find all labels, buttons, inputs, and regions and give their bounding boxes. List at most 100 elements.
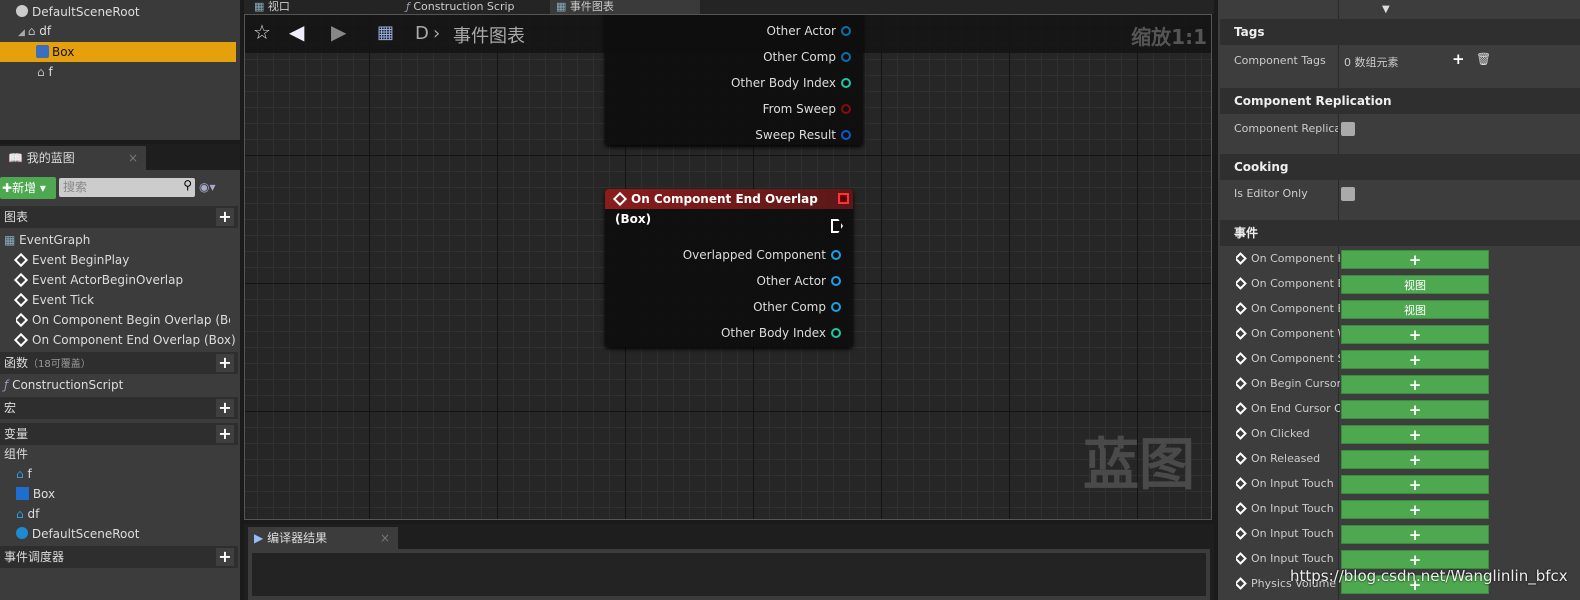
close-icon[interactable]: × — [128, 146, 138, 170]
tab-my-blueprint[interactable]: 📖 我的蓝图 × — [0, 146, 146, 170]
node-pin[interactable]: Overlapped Component — [683, 245, 841, 265]
node-pin[interactable]: Other Actor — [757, 271, 841, 291]
tree-item-f[interactable]: ⌂ f — [37, 62, 53, 82]
add-new-button[interactable]: ✚新增 ▾ — [0, 177, 56, 199]
node-header: On Component End Overlap (Box) — [605, 189, 853, 226]
breadcrumb-root[interactable]: D — [415, 23, 429, 44]
expand-advanced-icon[interactable]: ▼ — [1382, 4, 1390, 15]
add-event-button[interactable]: + — [1341, 400, 1489, 419]
node-pin[interactable]: Other Comp — [753, 297, 841, 317]
event-node-end-overlap[interactable]: On Component End Overlap (Box) Overlappe… — [605, 189, 853, 347]
forward-arrow-icon[interactable]: ▶ — [331, 20, 346, 44]
is-editor-only-label: Is Editor Only — [1234, 187, 1308, 200]
list-item-event[interactable]: On Component End Overlap (Box) — [13, 330, 236, 350]
tree-item-box[interactable]: Box — [0, 42, 236, 62]
section-tags[interactable]: Tags — [1220, 19, 1580, 45]
close-icon[interactable]: × — [380, 527, 390, 549]
add-event-button[interactable]: + — [1341, 250, 1489, 269]
event-label: On Clicked — [1236, 427, 1340, 440]
list-item-component[interactable]: DefaultSceneRoot — [16, 524, 139, 544]
csdn-watermark: https://blog.csdn.net/Wanglinlin_bfcx — [1290, 567, 1568, 585]
delegate-pin-icon[interactable] — [838, 193, 849, 204]
node-pin[interactable]: Other Comp — [763, 47, 851, 67]
list-item-event[interactable]: On Component Begin Overlap (Box) — [16, 310, 230, 330]
add-event-button[interactable]: + — [1341, 450, 1489, 469]
add-event-button[interactable]: + — [1341, 325, 1489, 344]
list-item-function[interactable]: ƒ ConstructionScript — [4, 375, 123, 395]
blueprint-watermark: 蓝图 — [1083, 433, 1195, 498]
trash-icon[interactable]: 🗑 — [1476, 52, 1491, 66]
section-events[interactable]: 事件 — [1220, 220, 1580, 246]
back-arrow-icon[interactable]: ◀ — [289, 20, 304, 44]
event-graph-canvas[interactable]: ☆ ◀ ▶ ▦ D › 事件图表 缩放1:1 Other Actor Other … — [244, 14, 1212, 520]
event-label: On Component H — [1236, 252, 1340, 265]
event-diamond-icon — [1236, 577, 1247, 590]
tree-item-df[interactable]: ◢ ⌂ df — [18, 21, 51, 41]
list-item-eventgraph[interactable]: ▦ EventGraph — [4, 230, 90, 250]
add-element-button[interactable]: + — [1452, 50, 1465, 68]
tab-viewport[interactable]: ▦ 视口 — [248, 0, 398, 14]
node-pin[interactable]: From Sweep — [763, 99, 851, 119]
add-variable-button[interactable]: + — [216, 425, 234, 443]
add-event-button[interactable]: + — [1341, 525, 1489, 544]
add-event-button[interactable]: + — [1341, 425, 1489, 444]
event-diamond-icon — [1236, 527, 1247, 540]
search-input[interactable]: 搜索 ⚲ — [59, 178, 195, 197]
event-diamond-icon — [1236, 452, 1247, 465]
add-event-button[interactable]: + — [1341, 500, 1489, 519]
event-label: On Component W — [1236, 327, 1340, 340]
section-macros[interactable]: 宏 + — [0, 397, 238, 419]
favorite-star-icon[interactable]: ☆ — [253, 20, 271, 44]
event-diamond-icon — [1236, 252, 1247, 265]
section-cooking[interactable]: Cooking — [1220, 154, 1580, 180]
add-function-button[interactable]: + — [216, 354, 234, 372]
exec-pin-icon[interactable] — [831, 219, 843, 233]
search-icon: ⚲ — [183, 178, 192, 192]
section-graphs[interactable]: 图表 + — [0, 206, 238, 228]
graph-icon: ▦ — [556, 0, 567, 13]
add-graph-button[interactable]: + — [216, 208, 234, 226]
add-event-button[interactable]: + — [1341, 375, 1489, 394]
component-tree: DefaultSceneRoot ◢ ⌂ df Box ⌂ f — [0, 0, 240, 140]
is-editor-only-checkbox[interactable] — [1341, 187, 1355, 201]
add-dispatcher-button[interactable]: + — [216, 548, 234, 566]
list-item-event[interactable]: Event Tick — [13, 290, 94, 310]
section-components[interactable]: 组件 — [4, 444, 28, 464]
details-panel: ▼ Tags Component Tags 0 数组元素 + 🗑 Compone… — [1218, 0, 1580, 600]
tree-item-defaultsceneroot[interactable]: DefaultSceneRoot — [16, 2, 140, 22]
section-component-replication[interactable]: Component Replication — [1220, 88, 1580, 114]
scene-component-icon: ⌂ — [16, 467, 24, 481]
scene-component-icon: ⌂ — [37, 65, 45, 79]
node-pin[interactable]: Other Actor — [767, 21, 851, 41]
pin-circle-icon — [841, 78, 851, 88]
list-item-component[interactable]: ⌂ df — [16, 504, 39, 524]
graph-icon: ▦ — [377, 22, 395, 43]
component-replicates-checkbox[interactable] — [1341, 122, 1355, 136]
tab-construction-script[interactable]: ƒ Construction Scrip — [400, 0, 548, 14]
view-event-button[interactable]: 视图 — [1341, 300, 1489, 319]
tab-compiler-results[interactable]: ▶ 编译器结果 × — [248, 527, 398, 549]
add-event-button[interactable]: + — [1341, 350, 1489, 369]
pin-circle-icon — [841, 52, 851, 62]
event-diamond-icon — [1236, 302, 1247, 315]
list-item-component[interactable]: ⌂ f — [16, 464, 32, 484]
add-event-button[interactable]: + — [1341, 475, 1489, 494]
list-item-event[interactable]: Event BeginPlay — [13, 250, 129, 270]
add-macro-button[interactable]: + — [216, 399, 234, 417]
event-diamond-icon — [13, 272, 29, 288]
list-item-component[interactable]: Box — [16, 484, 55, 504]
node-pin[interactable]: Other Body Index — [721, 323, 841, 343]
section-variables[interactable]: 变量 + — [0, 423, 238, 445]
event-node-begin-overlap[interactable]: Other Actor Other Comp Other Body Index Fro… — [605, 15, 863, 145]
tab-event-graph[interactable]: ▦ 事件图表 — [550, 0, 700, 14]
node-pin[interactable]: Other Body Index — [731, 73, 851, 93]
section-functions[interactable]: 函数（18可覆盖） + — [0, 352, 238, 374]
view-event-button[interactable]: 视图 — [1341, 275, 1489, 294]
section-event-dispatchers[interactable]: 事件调度器 + — [0, 546, 238, 568]
component-tags-label: Component Tags — [1234, 54, 1326, 67]
scene-component-icon: ⌂ — [27, 24, 36, 38]
list-item-event[interactable]: Event ActorBeginOverlap — [13, 270, 183, 290]
view-options-eye-icon[interactable]: ◉▾ — [199, 180, 216, 194]
pin-circle-icon — [841, 104, 851, 114]
node-pin[interactable]: Sweep Result — [755, 125, 851, 145]
